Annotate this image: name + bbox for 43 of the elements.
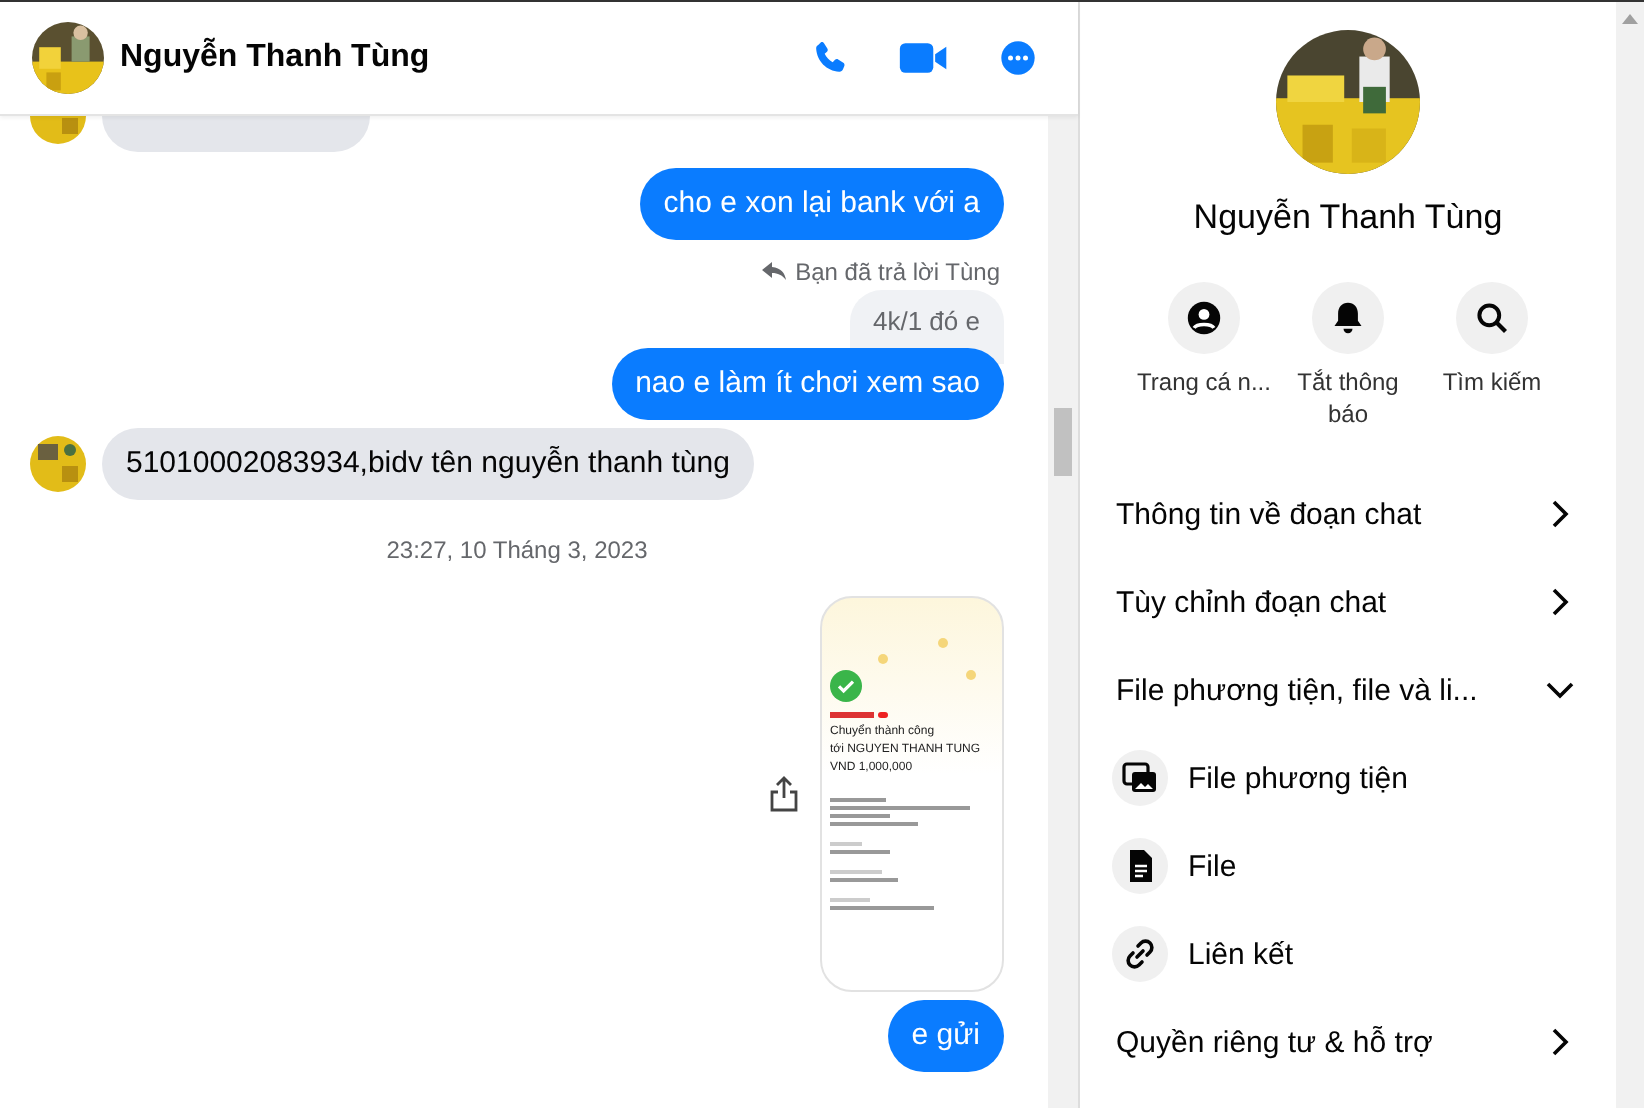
message-bubble: cho e xon lại bank với a bbox=[639, 168, 1004, 240]
profile-name: Nguyễn Thanh Tùng bbox=[1193, 198, 1503, 238]
bank-logo-icon bbox=[830, 712, 888, 718]
share-icon[interactable] bbox=[768, 776, 800, 812]
message-bubble: 51010002083934,bidv tên nguyễn thanh tùng bbox=[102, 428, 754, 500]
profile-icon bbox=[1186, 300, 1222, 336]
video-camera-icon[interactable] bbox=[898, 38, 950, 78]
phone-icon[interactable] bbox=[810, 38, 850, 78]
section-label: Thông tin về đoạn chat bbox=[1116, 497, 1422, 531]
item-label: Liên kết bbox=[1188, 937, 1294, 971]
item-label: File bbox=[1188, 849, 1237, 883]
message-bubble: nao e làm ít chơi xem sao bbox=[611, 348, 1004, 420]
menu-section[interactable]: Tùy chỉnh đoạn chat bbox=[1080, 558, 1616, 646]
action-label: Tắt thông báo bbox=[1295, 366, 1401, 430]
check-icon bbox=[830, 670, 862, 702]
bell-icon bbox=[1330, 300, 1366, 336]
scrollbar[interactable] bbox=[1048, 116, 1078, 1108]
action-label: Trang cá n... bbox=[1137, 366, 1271, 398]
action-label: Tìm kiếm bbox=[1440, 366, 1544, 398]
photos-icon bbox=[1122, 760, 1158, 796]
action-button[interactable] bbox=[1312, 282, 1384, 354]
menu-item[interactable]: File phương tiện bbox=[1080, 734, 1616, 822]
section-label: Tùy chỉnh đoạn chat bbox=[1116, 585, 1387, 619]
message-bubble: e gửi bbox=[887, 1000, 1004, 1072]
menu-section[interactable]: File phương tiện, file và li... bbox=[1080, 646, 1616, 734]
action-button[interactable] bbox=[1456, 282, 1528, 354]
section-label: Quyền riêng tư & hỗ trợ bbox=[1116, 1025, 1433, 1059]
scrollbar[interactable] bbox=[1616, 2, 1644, 1108]
item-label: File phương tiện bbox=[1188, 761, 1408, 795]
menu-item[interactable]: File bbox=[1080, 822, 1616, 910]
more-options-icon[interactable] bbox=[998, 38, 1038, 78]
timestamp: 23:27, 10 Tháng 3, 2023 bbox=[386, 536, 648, 564]
menu-section[interactable]: Quyền riêng tư & hỗ trợ bbox=[1080, 998, 1616, 1086]
reply-label: Bạn đã trả lời Tùng bbox=[795, 258, 1000, 286]
section-label: File phương tiện, file và li... bbox=[1116, 673, 1478, 707]
link-icon bbox=[1122, 936, 1158, 972]
contact-name: Nguyễn Thanh Tùng bbox=[120, 40, 430, 76]
action-button[interactable] bbox=[1168, 282, 1240, 354]
reply-icon bbox=[761, 262, 786, 282]
scroll-up-arrow-icon[interactable] bbox=[1622, 14, 1638, 24]
search-icon bbox=[1474, 300, 1510, 336]
menu-section[interactable]: Thông tin về đoạn chat bbox=[1080, 470, 1616, 558]
menu-item[interactable]: Liên kết bbox=[1080, 910, 1616, 998]
